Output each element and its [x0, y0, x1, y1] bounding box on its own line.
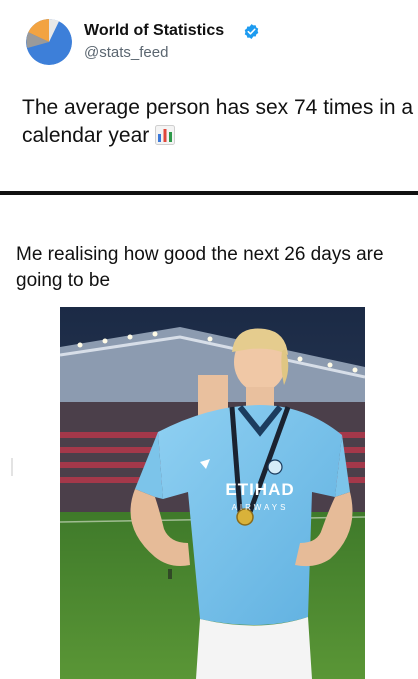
jersey-sponsor-subtext: AIRWAYS [232, 503, 289, 512]
author-handle[interactable]: @stats_feed [84, 44, 168, 61]
edge-mark [11, 458, 13, 476]
pie-chart-avatar-icon[interactable] [26, 19, 72, 65]
tweet-card: World of Statistics @stats_feed The aver… [0, 0, 418, 190]
bar-chart-emoji-icon [155, 125, 176, 145]
meme-photo[interactable]: ETIHAD AIRWAYS [60, 307, 365, 679]
tweet-text: The average person has sex 74 times in a… [22, 94, 418, 150]
jersey-sponsor-text: ETIHAD [225, 480, 294, 499]
meme-caption: Me realising how good the next 26 days a… [16, 244, 384, 291]
tweet-text-content: The average person has sex 74 times in a… [22, 96, 414, 147]
author-name[interactable]: World of Statistics [84, 22, 224, 40]
verified-badge-icon [244, 24, 259, 39]
section-divider [0, 191, 418, 195]
